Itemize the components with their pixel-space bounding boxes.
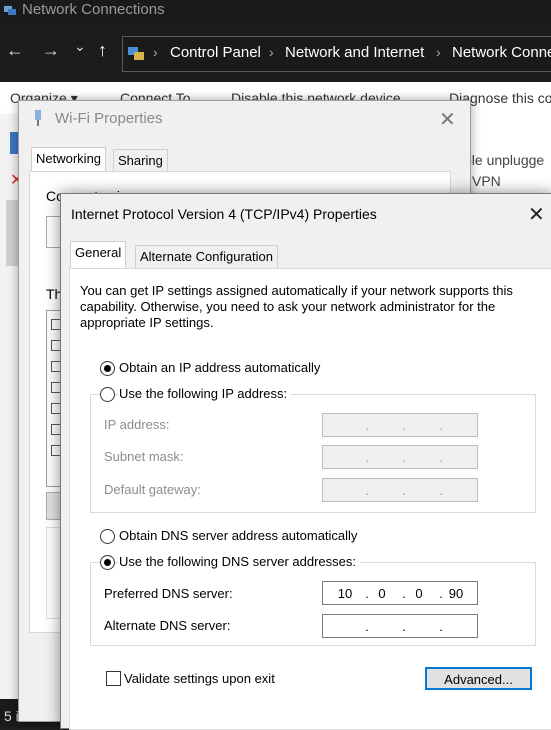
obtain-ip-auto-label[interactable]: Obtain an IP address automatically <box>119 360 320 375</box>
obtain-dns-auto-radio[interactable] <box>100 529 115 544</box>
subnet-mask-field: ... <box>322 445 478 469</box>
chevron-right-icon: › <box>436 44 441 60</box>
tab-general[interactable]: General <box>70 241 127 268</box>
wifi-dialog-title: Wi-Fi Properties <box>55 110 163 127</box>
close-icon[interactable]: ✕ <box>439 107 456 132</box>
breadcrumb-network-and-internet[interactable]: Network and Internet <box>285 44 424 61</box>
connections-list-left: ✕ <box>0 114 20 699</box>
wifi-adapter-icon <box>35 110 41 126</box>
use-following-dns-label[interactable]: Use the following DNS server addresses: <box>119 554 360 569</box>
default-gateway-field: ... <box>322 478 478 502</box>
breadcrumb-control-panel[interactable]: Control Panel <box>170 44 261 61</box>
control-panel-icon <box>128 47 144 60</box>
connection-status-text: ble unplugge <box>464 152 545 168</box>
obtain-ip-auto-radio[interactable] <box>100 361 115 376</box>
breadcrumb-network-connections[interactable]: Network Conne <box>452 44 551 61</box>
alternate-dns-label: Alternate DNS server: <box>104 618 231 633</box>
alternate-dns-field[interactable]: ... <box>322 614 478 638</box>
connection-type-text: VPN <box>472 173 501 189</box>
ip-address-label: IP address: <box>104 417 170 432</box>
address-bar[interactable]: › Control Panel › Network and Internet ›… <box>122 36 551 72</box>
window-title: Network Connections <box>22 1 165 18</box>
chevron-right-icon: › <box>269 44 274 60</box>
validate-settings-checkbox[interactable] <box>106 671 121 686</box>
subnet-mask-label: Subnet mask: <box>104 449 184 464</box>
settings-description: You can get IP settings assigned automat… <box>80 283 513 330</box>
validate-settings-label[interactable]: Validate settings upon exit <box>124 671 275 686</box>
network-connections-icon <box>4 6 16 15</box>
chevron-right-icon: › <box>153 44 158 60</box>
advanced-button[interactable]: Advanced... <box>425 667 532 690</box>
preferred-dns-field[interactable]: 10 . 0 . 0 . 90 <box>322 581 478 605</box>
up-button[interactable]: ↑ <box>98 40 107 61</box>
preferred-dns-octet-4[interactable]: 90 <box>442 586 470 601</box>
use-following-dns-radio[interactable] <box>100 555 115 570</box>
navigation-bar: ← → ⌄ ↑ › Control Panel › Network and In… <box>0 26 551 82</box>
ipv4-properties-dialog: Internet Protocol Version 4 (TCP/IPv4) P… <box>60 193 551 730</box>
tab-networking[interactable]: Networking <box>31 147 107 174</box>
tab-alternate-configuration[interactable]: Alternate Configuration <box>135 245 278 270</box>
forward-button[interactable]: → <box>42 40 60 61</box>
back-button[interactable]: ← <box>6 40 24 61</box>
general-pane: You can get IP settings assigned automat… <box>69 268 551 730</box>
ipv4-dialog-title: Internet Protocol Version 4 (TCP/IPv4) P… <box>71 206 377 222</box>
default-gateway-label: Default gateway: <box>104 482 201 497</box>
preferred-dns-label: Preferred DNS server: <box>104 586 233 601</box>
use-following-ip-label[interactable]: Use the following IP address: <box>119 386 292 401</box>
preferred-dns-octet-1[interactable]: 10 <box>331 586 359 601</box>
ip-address-field: ... <box>322 413 478 437</box>
recent-locations-button[interactable]: ⌄ <box>74 38 86 55</box>
preferred-dns-octet-3[interactable]: 0 <box>405 586 433 601</box>
explorer-titlebar: Network Connections <box>0 0 551 26</box>
use-following-ip-radio[interactable] <box>100 387 115 402</box>
close-icon[interactable]: ✕ <box>528 202 545 227</box>
obtain-dns-auto-label[interactable]: Obtain DNS server address automatically <box>119 528 357 543</box>
preferred-dns-octet-2[interactable]: 0 <box>368 586 396 601</box>
